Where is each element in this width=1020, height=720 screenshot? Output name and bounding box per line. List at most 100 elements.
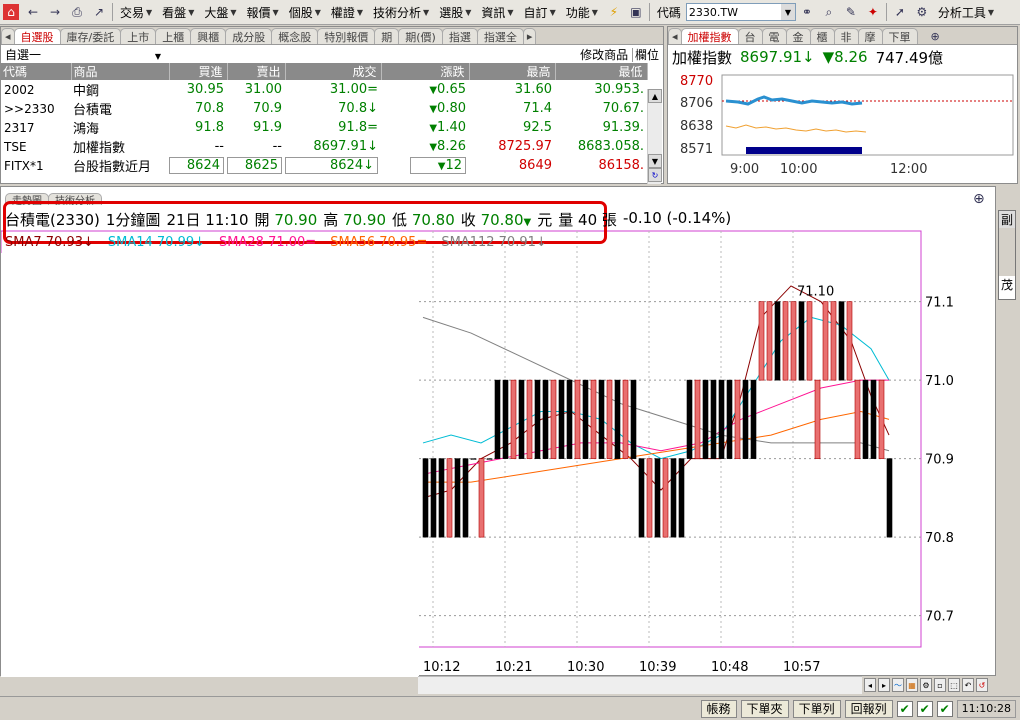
settings-icon[interactable]: ⚙ — [920, 678, 932, 692]
tools-icon[interactable]: ✎ — [843, 4, 859, 20]
home-icon[interactable]: ⌂ — [3, 4, 19, 20]
tab-non-finance[interactable]: 非 — [833, 28, 859, 44]
menu-custom[interactable]: 自訂 ▼ — [519, 2, 561, 22]
cursor-icon[interactable]: ➚ — [892, 4, 908, 20]
menu-screener[interactable]: 選股 ▼ — [434, 2, 476, 22]
candle — [590, 379, 597, 459]
tab-index-options[interactable]: 指選 — [441, 28, 478, 44]
tab-order[interactable]: 下單 — [881, 28, 918, 44]
print-icon[interactable]: ⎙ — [69, 4, 85, 20]
scroll-track[interactable] — [648, 103, 662, 154]
tab-tai[interactable]: 台 — [737, 28, 763, 44]
menu-trade[interactable]: 交易 ▼ — [115, 2, 157, 22]
report-bar-button[interactable]: 回報列 — [844, 699, 893, 718]
col-header-last[interactable]: 成交 — [285, 63, 382, 80]
tab-special-quote[interactable]: 特別報價 — [317, 28, 376, 44]
zoom-icon[interactable]: ⊕ — [925, 28, 946, 44]
tab-electronics[interactable]: 電 — [761, 28, 787, 44]
edit-items-button[interactable]: 修改商品 — [580, 48, 628, 62]
status-checkbox[interactable]: ✔ — [936, 700, 953, 717]
chart-type-icon[interactable]: 〜 — [892, 678, 904, 692]
zoom-out-icon[interactable]: ▫ — [934, 678, 946, 692]
col-header-ask[interactable]: 賣出 — [227, 63, 286, 80]
table-row[interactable]: FITX*1 台股指數近月 8624 8625 8624↓ ▼12 8649 8… — [1, 156, 647, 175]
menu-warrant[interactable]: 權證 ▼ — [326, 2, 368, 22]
scroll-up-icon[interactable]: ▲ — [648, 89, 662, 103]
menu-view[interactable]: 看盤 ▼ — [157, 2, 199, 22]
lightning-icon[interactable]: ⚡ — [606, 4, 622, 20]
col-header-change[interactable]: 漲跌 — [381, 63, 470, 80]
tab-scroll-left[interactable]: ◂ — [1, 28, 15, 44]
table-row[interactable]: 2317 鴻海 91.8 91.9 91.8= ▼1.40 92.5 91.39… — [1, 118, 647, 137]
tab-concept[interactable]: 概念股 — [271, 28, 319, 44]
chevron-down-icon[interactable]: ▼ — [780, 4, 795, 20]
chart-horizontal-scrollbar[interactable] — [418, 676, 862, 694]
search-icon[interactable]: ⌕ — [821, 4, 837, 20]
export-icon[interactable]: ↗ — [91, 4, 107, 20]
undo-icon[interactable]: ↶ — [962, 678, 974, 692]
col-header-low[interactable]: 最低 — [555, 63, 648, 80]
col-header-code[interactable]: 代碼 — [1, 63, 72, 80]
down-triangle-icon: ▼ — [429, 123, 438, 134]
code-input[interactable]: 2330.TW ▼ — [685, 3, 796, 21]
tab-listed[interactable]: 上市 — [120, 28, 157, 44]
tab-watchlist[interactable]: 自選股 — [13, 28, 61, 44]
status-checkbox[interactable]: ✔ — [896, 700, 913, 717]
menu-market[interactable]: 大盤 ▼ — [199, 2, 241, 22]
tab-finance[interactable]: 金 — [785, 28, 811, 44]
menu-info[interactable]: 資訊 ▼ — [476, 2, 518, 22]
clock: 11:10:28 — [956, 699, 1016, 718]
tab-taiex[interactable]: 加權指數 — [680, 28, 739, 44]
status-bar: 帳務 下單夾 下單列 回報列 ✔ ✔ ✔ 11:10:28 — [0, 696, 1020, 720]
refresh-icon[interactable]: ↻ — [648, 168, 662, 182]
tab-futures[interactable]: 期 — [374, 28, 400, 44]
order-folder-button[interactable]: 下單夾 — [740, 699, 789, 718]
group-select[interactable]: 自選一 ▼ — [5, 46, 161, 63]
tab-otc[interactable]: 上櫃 — [155, 28, 192, 44]
candle — [862, 379, 869, 459]
tab-inventory[interactable]: 庫存/委託 — [59, 28, 122, 44]
col-header-bid[interactable]: 買進 — [169, 63, 228, 80]
col-header-high[interactable]: 最高 — [469, 63, 556, 80]
scroll-left-icon[interactable]: ◂ — [864, 678, 876, 692]
candle — [550, 379, 557, 459]
forward-arrow-icon[interactable]: → — [47, 4, 63, 20]
tab-components[interactable]: 成分股 — [225, 28, 273, 44]
zoom-fit-icon[interactable]: ⬚ — [948, 678, 960, 692]
menu-technical[interactable]: 技術分析 ▼ — [368, 2, 434, 22]
table-row[interactable]: >>2330 台積電 70.8 70.9 70.8↓ ▼0.80 71.4 70… — [1, 99, 647, 118]
scroll-right-icon[interactable]: ▸ — [878, 678, 890, 692]
paint-icon[interactable]: ✦ — [865, 4, 881, 20]
window-icon[interactable]: ▣ — [628, 4, 644, 20]
scroll-down-icon[interactable]: ▼ — [648, 154, 662, 168]
settings-icon[interactable]: ⚙ — [914, 4, 930, 20]
account-button[interactable]: 帳務 — [700, 699, 737, 718]
order-bar-button[interactable]: 下單列 — [792, 699, 841, 718]
status-checkbox[interactable]: ✔ — [916, 700, 933, 717]
col-header-name[interactable]: 商品 — [71, 63, 170, 80]
menu-function[interactable]: 功能 ▼ — [561, 2, 603, 22]
watchlist-scrollbar[interactable]: ▲ ▼ ↻ — [647, 89, 662, 184]
calendar-icon[interactable]: ▦ — [906, 678, 918, 692]
tab-scroll-left[interactable]: ◂ — [668, 28, 682, 44]
reset-icon[interactable]: ↺ — [976, 678, 988, 692]
table-row[interactable]: 2002 中鋼 30.95 31.00 31.00= ▼0.65 31.60 3… — [1, 80, 647, 99]
low-label: 低 70.80 — [392, 211, 455, 229]
watchlist-panel: ◂ 自選股 庫存/委託 上市 上櫃 興櫃 成分股 概念股 特別報價 期 期(價)… — [0, 26, 664, 184]
side-panel-content[interactable]: 副 茂 — [998, 210, 1016, 300]
table-row[interactable]: TSE 加權指數 -- -- 8697.91↓ ▼8.26 8725.97 86… — [1, 137, 647, 156]
menu-analysis-tools[interactable]: 分析工具 ▼ — [933, 2, 999, 22]
back-arrow-icon[interactable]: ← — [25, 4, 41, 20]
tab-futures-price[interactable]: 期(價) — [398, 28, 443, 44]
columns-button[interactable]: 欄位 — [631, 47, 659, 62]
menu-quote[interactable]: 報價 ▼ — [242, 2, 284, 22]
tab-msci[interactable]: 摩 — [857, 28, 883, 44]
tab-index-options-all[interactable]: 指選全 — [476, 28, 524, 44]
tab-scroll-right[interactable]: ▸ — [522, 28, 537, 44]
tab-otc-index[interactable]: 櫃 — [809, 28, 835, 44]
side-scroll[interactable] — [999, 228, 1015, 276]
menu-stock[interactable]: 個股 ▼ — [284, 2, 326, 22]
tab-emerging[interactable]: 興櫃 — [190, 28, 227, 44]
binoculars-icon[interactable]: ⚭ — [799, 4, 815, 20]
zoom-icon[interactable]: ⊕ — [973, 191, 985, 207]
